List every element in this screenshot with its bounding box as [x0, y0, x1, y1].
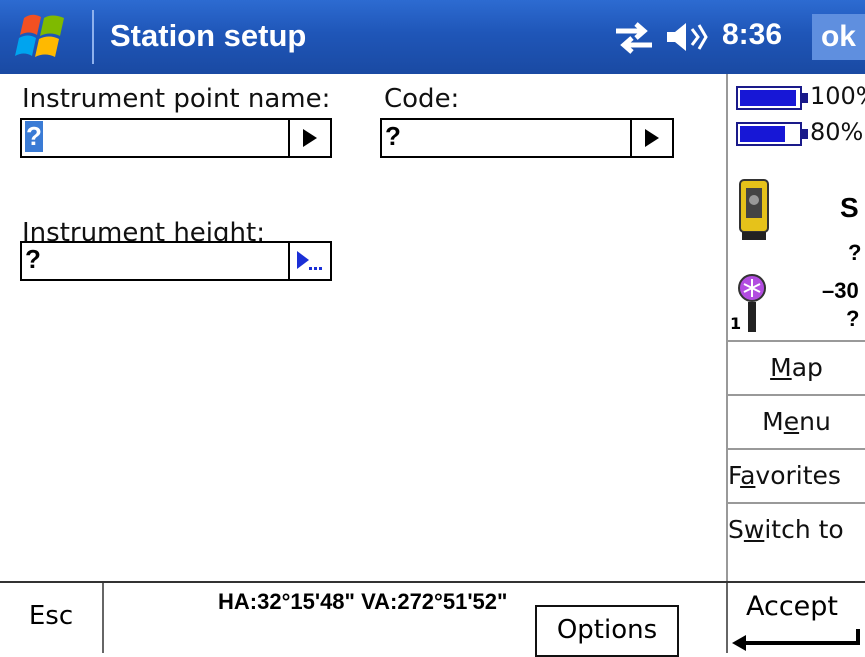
code-label: Code: — [384, 84, 460, 114]
windows-start-icon[interactable] — [14, 8, 72, 66]
battery2-tip — [802, 129, 808, 139]
clock-time: 8:36 — [722, 18, 783, 51]
switch-to-button-post: itch to — [764, 515, 844, 544]
battery1-fill — [740, 90, 796, 106]
instrument-point-field[interactable]: ? — [20, 118, 332, 158]
map-button[interactable]: Map — [728, 340, 865, 394]
instrument-status-letter: S — [840, 192, 859, 223]
accept-button[interactable]: Accept — [728, 583, 865, 653]
target-sub-value: ? — [846, 306, 860, 331]
instrument-point-label: Instrument point name: — [22, 84, 331, 114]
status-side-panel: 100% 80% S ? 1 –30 ? Map Menu Favorites … — [728, 74, 865, 582]
battery2-fill — [740, 126, 785, 142]
code-value[interactable]: ? — [385, 121, 401, 152]
options-button[interactable]: Options — [535, 605, 679, 657]
battery2-percent: 80% — [810, 118, 864, 146]
play-arrow-icon — [645, 129, 659, 147]
volume-icon[interactable] — [664, 18, 710, 56]
connectivity-icon[interactable] — [612, 18, 656, 56]
battery-icon — [736, 86, 808, 110]
code-arrow-button[interactable] — [630, 120, 672, 156]
instrument-height-field[interactable]: ? — [20, 241, 332, 281]
ok-button[interactable]: ok — [812, 14, 865, 60]
instrument-point-arrow-button[interactable] — [288, 120, 330, 156]
target-value: –30 — [822, 278, 859, 303]
battery-icon — [736, 122, 808, 146]
map-button-post: ap — [791, 353, 823, 382]
menu-button-mnemonic: e — [783, 407, 800, 436]
menu-button-pre: M — [762, 407, 784, 436]
menu-button-post: nu — [799, 407, 831, 436]
title-separator — [92, 10, 94, 64]
instrument-status-value: ? — [848, 240, 862, 265]
enter-arrow-icon — [732, 629, 860, 651]
switch-to-button-pre: S — [728, 515, 744, 544]
esc-button[interactable]: Esc — [0, 583, 104, 653]
battery1-tip — [802, 93, 808, 103]
accept-button-label: Accept — [746, 591, 839, 622]
favorites-button[interactable]: Favorites — [728, 448, 865, 502]
instrument-height-ellipsis-button[interactable] — [288, 243, 330, 279]
ellipsis-arrow-icon — [297, 251, 322, 270]
favorites-button-mnemonic: a — [740, 461, 756, 490]
instrument-point-value[interactable]: ? — [25, 121, 43, 152]
title-bar: Station setup 8:36 ok — [0, 0, 865, 74]
menu-button[interactable]: Menu — [728, 394, 865, 448]
code-field[interactable]: ? — [380, 118, 674, 158]
total-station-icon[interactable] — [736, 174, 772, 246]
favorites-button-pre: F — [728, 461, 741, 490]
switch-to-button-mnemonic: w — [743, 515, 765, 544]
page-title: Station setup — [110, 18, 307, 53]
bottom-bar: Esc HA:32°15'48" VA:272°51'52" Options A… — [0, 581, 865, 657]
switch-to-button[interactable]: Switch to — [728, 502, 865, 582]
station-setup-form: Instrument point name: ? Code: ? Instrum… — [0, 74, 728, 581]
battery1-percent: 100% — [810, 82, 865, 110]
map-button-mnemonic: M — [770, 353, 792, 382]
angle-readout: HA:32°15'48" VA:272°51'52" — [218, 589, 508, 614]
target-number: 1 — [730, 314, 742, 333]
favorites-button-post: vorites — [755, 461, 841, 490]
instrument-height-value[interactable]: ? — [25, 244, 41, 275]
play-arrow-icon — [303, 129, 317, 147]
